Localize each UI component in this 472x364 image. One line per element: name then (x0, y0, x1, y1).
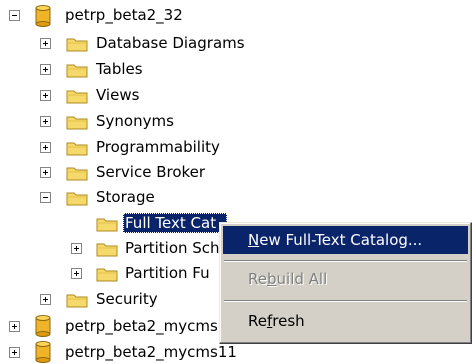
tree-node-partition-functions[interactable]: Partition Fu (0, 261, 219, 285)
expand-plus-icon[interactable] (40, 142, 51, 153)
folder-icon (66, 116, 88, 130)
tree-node-views[interactable]: Views (0, 83, 300, 107)
expand-plus-icon[interactable] (40, 64, 51, 75)
menu-item-label: resh (272, 312, 305, 330)
menu-item-label: ew Full-Text Catalog... (259, 231, 423, 249)
context-menu: New Full-Text Catalog... Rebuild All Ref… (219, 222, 472, 344)
tree-node-label: Service Broker (96, 163, 206, 181)
folder-icon (66, 167, 88, 181)
tree-node-label: Tables (96, 60, 143, 78)
database-icon (35, 341, 51, 363)
menu-item-label: uild All (276, 270, 328, 288)
menu-item-accelerator: b (266, 270, 277, 288)
tree-node-partition-schemes[interactable]: Partition Sch (0, 236, 220, 260)
folder-icon (96, 268, 118, 282)
menu-separator (224, 260, 467, 262)
folder-icon (66, 38, 88, 52)
collapse-minus-icon[interactable] (40, 192, 51, 203)
expand-plus-icon[interactable] (40, 294, 51, 305)
tree-node-security[interactable]: Security (0, 287, 219, 311)
menu-item-refresh[interactable]: Refresh (223, 307, 468, 335)
tree-node-label: Views (96, 86, 140, 104)
expand-plus-icon[interactable] (71, 243, 82, 254)
folder-icon (66, 64, 88, 78)
tree-node-label-selected: Full Text Cat (123, 213, 227, 233)
tree-node-label: Partition Fu (125, 264, 210, 282)
tree-node-service-broker[interactable]: Service Broker (0, 160, 300, 184)
tree-node-db2[interactable]: petrp_beta2_mycms (0, 314, 219, 338)
menu-item-new-full-text-catalog[interactable]: New Full-Text Catalog... (223, 226, 468, 254)
menu-item-label: Re (248, 312, 267, 330)
tree-node-storage[interactable]: Storage (0, 185, 300, 209)
menu-separator (224, 300, 467, 302)
tree-node-programmability[interactable]: Programmability (0, 135, 300, 159)
menu-item-accelerator: N (248, 231, 260, 249)
expand-plus-icon[interactable] (71, 268, 82, 279)
folder-icon (66, 192, 88, 206)
database-icon (35, 5, 51, 27)
tree-node-db1[interactable]: petrp_beta2_32 (0, 3, 260, 27)
folder-icon (66, 90, 88, 104)
menu-item-rebuild-all: Rebuild All (223, 265, 468, 293)
database-icon (35, 315, 51, 337)
tree-node-tables[interactable]: Tables (0, 57, 300, 81)
expand-plus-icon[interactable] (40, 90, 51, 101)
tree-node-synonyms[interactable]: Synonyms (0, 109, 300, 133)
expand-plus-icon[interactable] (9, 347, 20, 358)
tree-node-label: petrp_beta2_mycms (65, 317, 218, 335)
tree-node-label: Programmability (96, 138, 220, 156)
collapse-minus-icon[interactable] (9, 10, 20, 21)
tree-node-label: petrp_beta2_32 (65, 6, 183, 24)
tree-node-label: Synonyms (96, 112, 174, 130)
expand-plus-icon[interactable] (9, 321, 20, 332)
expand-plus-icon[interactable] (40, 38, 51, 49)
tree-node-database-diagrams[interactable]: Database Diagrams (0, 31, 300, 55)
folder-icon (96, 218, 118, 232)
tree-node-label: Security (96, 290, 158, 308)
expand-plus-icon[interactable] (40, 167, 51, 178)
tree-node-label: Database Diagrams (96, 34, 245, 52)
folder-icon (66, 294, 88, 308)
expand-plus-icon[interactable] (40, 116, 51, 127)
tree-node-label: Partition Sch (125, 239, 220, 257)
folder-icon (96, 243, 118, 257)
tree-node-label: petrp_beta2_mycms11 (65, 343, 237, 361)
folder-icon (66, 142, 88, 156)
menu-item-label: Re (248, 270, 267, 288)
tree-node-label: Storage (96, 188, 155, 206)
